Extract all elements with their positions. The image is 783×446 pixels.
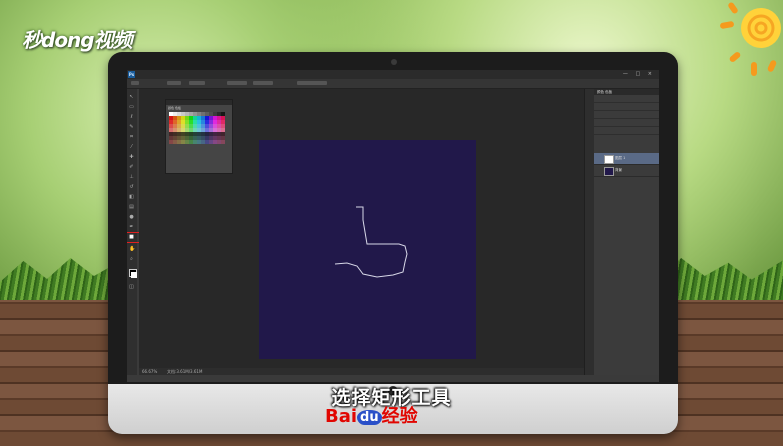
- marquee-tool-icon[interactable]: ▭: [129, 105, 134, 110]
- color-swatch[interactable]: [221, 140, 225, 144]
- quick-select-tool-icon[interactable]: ✎: [129, 125, 134, 130]
- doc-size: 文档:3.61M/3.61M: [167, 369, 203, 374]
- layer-name: 背景: [615, 168, 622, 172]
- align-edges-checkbox[interactable]: [297, 81, 327, 85]
- hand-tool-icon[interactable]: ✋: [129, 247, 135, 252]
- sun-decoration: [720, 2, 781, 76]
- swatch-grid[interactable]: [169, 112, 225, 144]
- layer-thumbnail: [604, 155, 614, 164]
- tools-panel: ↖ ▭ ℓ ✎ ⌗ ⁄ ✚ ✐ ⊥ ↺ ◧ ▤ ● ✒ ■ ✋ ⌕ ◫: [127, 89, 141, 375]
- watermark-part3: 经验: [381, 406, 418, 427]
- right-panels: 颜色 色板 图层 1 背景: [594, 89, 659, 375]
- move-tool-icon[interactable]: ↖: [129, 95, 134, 100]
- drawn-path: [334, 206, 408, 278]
- layer-row-1[interactable]: 图层 1: [594, 153, 659, 165]
- baidu-watermark: Bai du 经验: [325, 402, 475, 427]
- width-field[interactable]: [227, 81, 247, 85]
- history-brush-icon[interactable]: ↺: [129, 185, 134, 190]
- pen-tool-icon[interactable]: ✒: [129, 225, 134, 230]
- panel-row: [594, 103, 659, 111]
- zoom-tool-icon[interactable]: ⌕: [129, 257, 134, 262]
- panel-row: [594, 127, 659, 135]
- webcam: [391, 59, 397, 65]
- gradient-tool-icon[interactable]: ▤: [129, 205, 134, 210]
- panel-row: [594, 95, 659, 103]
- window-controls[interactable]: — □ ×: [623, 71, 655, 77]
- zoom-level[interactable]: 66.67%: [142, 369, 157, 374]
- panel-row: [594, 119, 659, 127]
- watermark-paw-icon: du: [357, 409, 382, 425]
- quick-mask-icon[interactable]: ◫: [129, 285, 134, 290]
- clone-stamp-icon[interactable]: ⊥: [129, 175, 134, 180]
- fill-option[interactable]: [167, 81, 181, 85]
- panel-row: [594, 111, 659, 119]
- layer-thumbnail: [604, 167, 614, 176]
- photoshop-logo-icon: Ps: [128, 71, 135, 78]
- lasso-tool-icon[interactable]: ℓ: [129, 115, 134, 120]
- menu-bar: Ps 文件(F)编辑(E)图像(I)图层(L)文字(Y)选择(S)滤镜(T)3D…: [127, 70, 659, 86]
- swatch-panel-title[interactable]: 颜色 色板: [166, 105, 232, 112]
- dodge-tool-icon[interactable]: ●: [129, 215, 134, 220]
- height-field[interactable]: [253, 81, 273, 85]
- watermark-part1: Bai: [325, 406, 358, 427]
- canvas[interactable]: [259, 140, 476, 359]
- status-bar: 66.67% 文档:3.61M/3.61M: [139, 368, 596, 375]
- tool-preset-icon[interactable]: [131, 81, 139, 85]
- photoshop-window: Ps 文件(F)编辑(E)图像(I)图层(L)文字(Y)选择(S)滤镜(T)3D…: [127, 70, 659, 382]
- stroke-option[interactable]: [189, 81, 205, 85]
- brush-tool-icon[interactable]: ✐: [129, 165, 134, 170]
- swatches-panel: 颜色 色板: [165, 99, 233, 174]
- eraser-tool-icon[interactable]: ◧: [129, 195, 134, 200]
- brand-logo: 秒dong视频: [22, 28, 133, 52]
- background-color-swatch[interactable]: [131, 272, 137, 278]
- crop-tool-icon[interactable]: ⌗: [129, 135, 134, 140]
- layer-name: 图层 1: [615, 156, 626, 160]
- healing-brush-icon[interactable]: ✚: [129, 155, 134, 160]
- layer-row-2[interactable]: 背景: [594, 165, 659, 177]
- eyedropper-tool-icon[interactable]: ⁄: [129, 145, 134, 150]
- options-bar: [127, 79, 659, 89]
- monitor: Ps 文件(F)编辑(E)图像(I)图层(L)文字(Y)选择(S)滤镜(T)3D…: [108, 52, 678, 434]
